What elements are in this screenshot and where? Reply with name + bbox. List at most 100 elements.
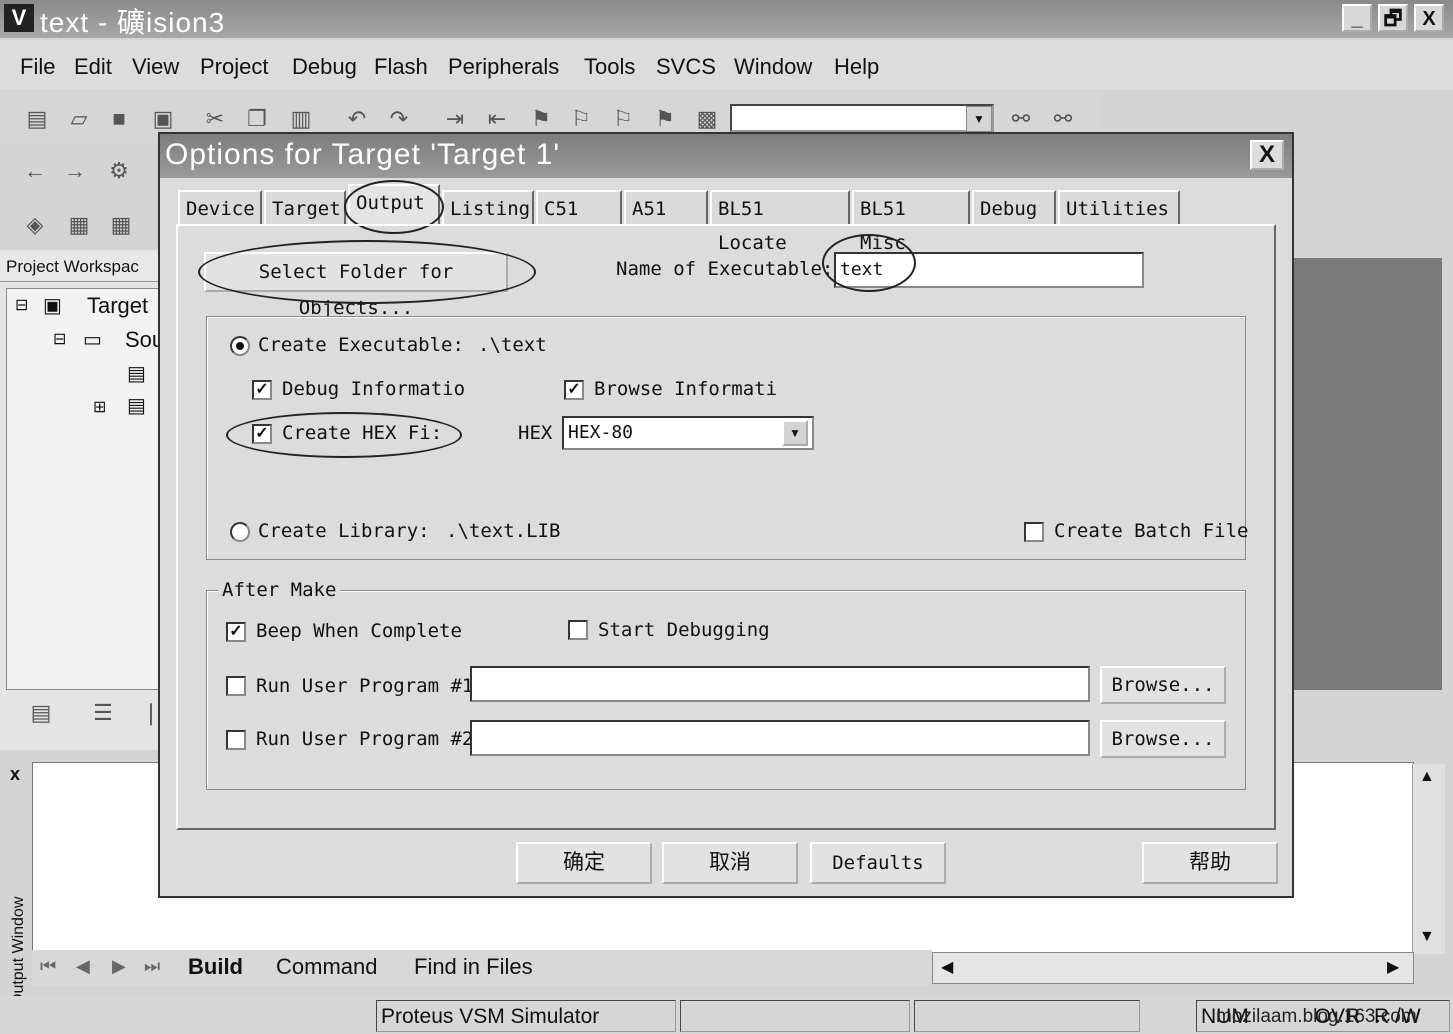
run-program-2-input[interactable] [470, 720, 1090, 756]
chevron-down-icon[interactable]: ▼ [966, 106, 992, 132]
restore-button[interactable]: 🗗 [1378, 4, 1408, 32]
beep-checkbox[interactable]: ✓ [226, 622, 246, 642]
bookmark-clear-icon[interactable]: ⚑ [650, 104, 680, 134]
cancel-button[interactable]: 取消 [662, 842, 798, 884]
close-icon[interactable]: x [10, 764, 20, 785]
regs-tab-icon[interactable]: ☰ [88, 698, 118, 728]
open-folder-icon[interactable]: ▱ [64, 104, 94, 134]
output-window-label: Output Window [10, 896, 27, 1006]
debug-info-checkbox[interactable]: ✓ [252, 380, 272, 400]
menu-edit[interactable]: Edit [74, 54, 112, 80]
menu-peripherals[interactable]: Peripherals [448, 54, 559, 80]
cut-icon[interactable]: ✂ [200, 104, 230, 134]
target-options-icon[interactable]: ⚙ [104, 156, 134, 186]
run-program-1-input[interactable] [470, 666, 1090, 702]
tab-bl51-locate[interactable]: BL51 Locate [710, 190, 850, 254]
create-batch-checkbox[interactable] [1024, 522, 1044, 542]
redo-icon[interactable]: ↷ [384, 104, 414, 134]
build-icon[interactable]: ▦ [64, 210, 94, 240]
unindent-icon[interactable]: ⇤ [482, 104, 512, 134]
menu-view[interactable]: View [132, 54, 179, 80]
next-tab-icon[interactable]: ▶ [112, 956, 126, 977]
defaults-button[interactable]: Defaults [810, 842, 946, 884]
menu-flash[interactable]: Flash [374, 54, 428, 80]
menu-svcs[interactable]: SVCS [656, 54, 716, 80]
horizontal-scrollbar[interactable]: ◀ ▶ [932, 952, 1414, 984]
ok-button[interactable]: 确定 [516, 842, 652, 884]
select-folder-button[interactable]: Select Folder for Objects... [204, 252, 508, 319]
debug-info-label: Debug Informatio [282, 378, 466, 400]
menu-project[interactable]: Project [200, 54, 268, 80]
paste-icon[interactable]: ▥ [286, 104, 316, 134]
hex-format-select[interactable]: HEX-80 [562, 416, 814, 450]
tab-bl51-misc[interactable]: BL51 Misc [852, 190, 970, 254]
save-icon[interactable]: ■ [104, 104, 134, 134]
scroll-up-icon[interactable]: ▲ [1419, 768, 1435, 786]
binoculars-icon[interactable]: ⚯ [1006, 104, 1036, 134]
browse-info-checkbox[interactable]: ✓ [564, 380, 584, 400]
find-combo[interactable] [730, 104, 994, 132]
browse-1-button[interactable]: Browse... [1100, 666, 1226, 704]
save-all-icon[interactable]: ▣ [148, 104, 178, 134]
source-file-icon[interactable]: ▤ [127, 361, 146, 386]
run-program-2-checkbox[interactable] [226, 730, 246, 750]
tab-device[interactable]: Device [178, 190, 262, 224]
scroll-down-icon[interactable]: ▼ [1419, 928, 1435, 946]
back-arrow-icon[interactable]: ← [20, 156, 50, 186]
translate-icon[interactable]: ◈ [20, 210, 50, 240]
copy-icon[interactable]: ❐ [242, 104, 272, 134]
tab-c51[interactable]: C51 [536, 190, 622, 224]
tree-expander-icon[interactable]: ⊟ [53, 329, 66, 349]
bookmark-next-icon[interactable]: ⚐ [566, 104, 596, 134]
tree-item-target[interactable]: Target [87, 293, 148, 319]
create-executable-radio[interactable] [230, 336, 250, 356]
menu-tools[interactable]: Tools [584, 54, 635, 80]
tab-listing[interactable]: Listing [442, 190, 534, 224]
source-file-icon[interactable]: ▤ [127, 393, 146, 418]
name-of-executable-label: Name of Executable: [616, 258, 834, 280]
rebuild-icon[interactable]: ▦ [106, 210, 136, 240]
chevron-down-icon[interactable]: ▼ [782, 420, 808, 446]
tab-output[interactable]: Output [348, 184, 440, 226]
menu-window[interactable]: Window [734, 54, 812, 80]
status-cell [680, 1000, 910, 1032]
scroll-left-icon[interactable]: ◀ [941, 957, 953, 977]
close-window-button[interactable]: X [1414, 4, 1444, 32]
tab-build[interactable]: Build [188, 954, 243, 980]
last-tab-icon[interactable]: ⏭ [144, 956, 160, 977]
files-tab-icon[interactable]: ▤ [26, 698, 56, 728]
bookmark-icon[interactable]: ⚑ [526, 104, 556, 134]
menu-file[interactable]: File [20, 54, 55, 80]
create-library-radio[interactable] [230, 522, 250, 542]
vertical-scrollbar[interactable]: ▲ ▼ [1412, 764, 1445, 954]
indent-icon[interactable]: ⇥ [440, 104, 470, 134]
scroll-right-icon[interactable]: ▶ [1387, 957, 1399, 977]
find-in-files-icon[interactable]: ▩ [692, 104, 722, 134]
help-button[interactable]: 帮助 [1142, 842, 1278, 884]
uvision-app-icon[interactable]: V [4, 4, 34, 32]
name-of-executable-input[interactable]: text [834, 252, 1144, 288]
tree-expander-icon[interactable]: ⊞ [93, 397, 106, 417]
dialog-close-button[interactable]: X [1250, 140, 1284, 170]
tab-target[interactable]: Target [264, 190, 346, 224]
prev-tab-icon[interactable]: ◀ [76, 956, 90, 977]
tab-debug[interactable]: Debug [972, 190, 1056, 224]
create-hex-checkbox[interactable]: ✓ [252, 424, 272, 444]
tab-command[interactable]: Command [276, 954, 377, 980]
run-program-1-checkbox[interactable] [226, 676, 246, 696]
new-file-icon[interactable]: ▤ [22, 104, 52, 134]
start-debug-checkbox[interactable] [568, 620, 588, 640]
undo-icon[interactable]: ↶ [342, 104, 372, 134]
minimize-button[interactable]: _ [1342, 4, 1372, 32]
browse-2-button[interactable]: Browse... [1100, 720, 1226, 758]
bookmark-prev-icon[interactable]: ⚐ [608, 104, 638, 134]
menu-help[interactable]: Help [834, 54, 879, 80]
menu-debug[interactable]: Debug [292, 54, 357, 80]
tab-a51[interactable]: A51 [624, 190, 708, 224]
binoculars-incremental-icon[interactable]: ⚯ [1048, 104, 1078, 134]
tab-find-in-files[interactable]: Find in Files [414, 954, 533, 980]
tree-expander-icon[interactable]: ⊟ [15, 295, 28, 315]
first-tab-icon[interactable]: ⏮ [40, 956, 56, 977]
forward-arrow-icon[interactable]: → [60, 156, 90, 186]
tab-utilities[interactable]: Utilities [1058, 190, 1180, 224]
